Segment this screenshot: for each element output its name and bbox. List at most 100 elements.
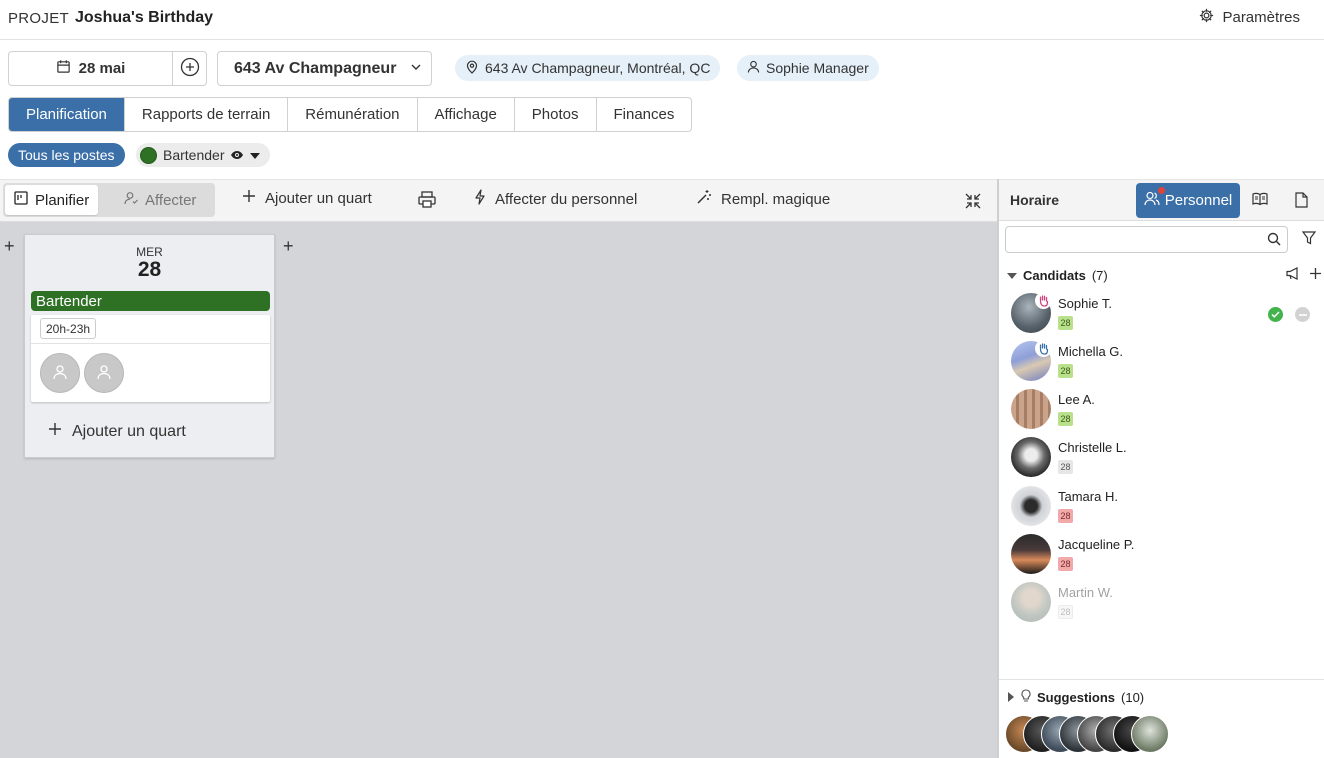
add-day-right-button[interactable]: + [283,236,294,257]
candidate-name: Sophie T. [1058,296,1112,311]
candidate-row-inactive[interactable]: Martin W. 28 [1011,582,1316,624]
tab-remuneration[interactable]: Rémunération [288,98,418,131]
tab-field-reports[interactable]: Rapports de terrain [125,98,289,131]
day-add-shift-button[interactable]: Ajouter un quart [48,422,186,441]
empty-slot[interactable] [84,353,124,393]
eye-icon[interactable] [230,147,244,163]
tab-photos[interactable]: Photos [515,98,597,131]
suggestions-label: Suggestions [1037,689,1116,705]
candidate-row[interactable]: Sophie T. 28 [1011,292,1316,335]
date-picker[interactable]: 28 mai [8,51,207,86]
user-icon [747,60,760,76]
role-header-bartender[interactable]: Bartender [31,291,270,311]
lightning-icon [474,189,486,209]
search-icon [1267,232,1281,249]
candidates-section-header[interactable]: Candidats (7) [1007,268,1108,283]
add-date-button[interactable] [173,52,206,85]
remove-minus-icon[interactable] [1295,307,1310,322]
magic-fill-label: Rempl. magique [721,190,831,208]
candidate-row[interactable]: Jacqueline P. 28 [1011,534,1316,576]
address-badge[interactable]: 643 Av Champagneur, Montréal, QC [455,55,721,81]
manager-badge[interactable]: Sophie Manager [737,55,879,81]
plan-mode-label: Planifier [35,191,90,209]
role-filter-bartender[interactable]: Bartender [136,143,271,167]
date-value: 28 mai [78,60,126,77]
book-icon[interactable] [1252,192,1268,209]
availability-tag: 28 [1058,557,1073,571]
availability-tag: 28 [1058,412,1073,426]
map-pin-icon [465,60,479,77]
availability-tag: 28 [1058,460,1073,474]
raised-hand-blue-icon [1035,340,1052,357]
candidate-avatar [1011,534,1051,574]
megaphone-icon[interactable] [1286,267,1300,283]
staff-search-input[interactable] [1005,226,1288,253]
assign-user-icon [124,191,138,209]
availability-tag: 28 [1058,605,1073,619]
all-positions-filter[interactable]: Tous les postes [8,143,125,167]
personnel-button[interactable]: Personnel [1136,183,1240,218]
staff-panel-header: Horaire Personnel [999,179,1324,221]
candidate-avatar [1011,437,1051,477]
tab-bar: Planification Rapports de terrain Rémuné… [8,97,693,132]
tab-planification[interactable]: Planification [9,98,125,131]
printer-icon [418,191,436,212]
location-select[interactable]: 643 Av Champagneur [217,51,432,86]
tab-finances[interactable]: Finances [597,98,692,131]
location-select-value: 643 Av Champagneur [234,59,397,77]
user-placeholder-icon [52,364,68,383]
settings-label: Paramètres [1222,9,1300,26]
staff-panel: Horaire Personnel Candidats (7) Sophie T… [997,179,1324,758]
availability-tag: 28 [1058,509,1073,523]
schedule-canvas: + + MER 28 Bartender 20h-23h Ajouter un [0,222,997,758]
role-color-dot [140,146,157,164]
suggestions-avatars [1005,715,1175,755]
plan-mode-button[interactable]: Planifier [5,185,99,215]
raised-hand-pink-icon [1035,292,1052,309]
collapse-button[interactable] [965,193,981,213]
suggestions-section-header[interactable]: Suggestions (10) [1007,689,1144,705]
top-bar: PROJET Joshua's Birthday Paramètres [0,0,1324,40]
candidates-label: Candidats [1023,268,1086,283]
date-button[interactable]: 28 mai [9,52,173,85]
calendar-icon [56,59,71,78]
add-candidate-icon[interactable] [1309,267,1322,283]
day-add-shift-label: Ajouter un quart [72,422,186,440]
day-weekday: MER [136,245,163,259]
caret-down-icon[interactable] [250,147,261,163]
print-button[interactable] [418,191,436,212]
assign-mode-button[interactable]: Affecter [115,185,205,215]
availability-tag: 28 [1058,316,1073,330]
candidate-row[interactable]: Tamara H. 28 [1011,486,1316,528]
divider [999,679,1324,680]
magic-fill-button[interactable]: Rempl. magique [696,189,830,209]
add-day-left-button[interactable]: + [4,236,15,257]
candidate-row[interactable]: Lee A. 28 [1011,389,1316,431]
add-shift-button[interactable]: Ajouter un quart [242,189,372,207]
shift-card[interactable]: 20h-23h [31,315,270,402]
board-icon [14,191,28,209]
assign-staff-label: Affecter du personnel [495,190,638,208]
empty-slot[interactable] [40,353,80,393]
candidate-avatar [1011,582,1051,622]
candidate-row[interactable]: Michella G. 28 [1011,340,1316,383]
assign-staff-button[interactable]: Affecter du personnel [474,189,637,209]
availability-tag: 28 [1058,364,1073,378]
document-icon[interactable] [1295,192,1308,211]
settings-button[interactable]: Paramètres [1199,8,1300,27]
filter-icon[interactable] [1301,231,1317,248]
day-column: MER 28 Bartender 20h-23h Ajouter un quar… [24,234,275,458]
plus-icon [242,189,256,207]
candidate-name: Lee A. [1058,392,1095,407]
suggestion-avatar[interactable] [1131,715,1169,753]
mode-switch: Planifier Affecter [3,183,215,217]
add-shift-label: Ajouter un quart [265,189,372,207]
candidate-row[interactable]: Christelle L. 28 [1011,437,1316,479]
panel-title: Horaire [1010,192,1060,208]
user-placeholder-icon [96,364,112,383]
tab-display[interactable]: Affichage [418,98,515,131]
confirm-check-icon[interactable] [1268,307,1283,322]
users-icon [1144,191,1160,210]
notification-dot [1158,187,1165,194]
candidate-name: Christelle L. [1058,440,1127,455]
